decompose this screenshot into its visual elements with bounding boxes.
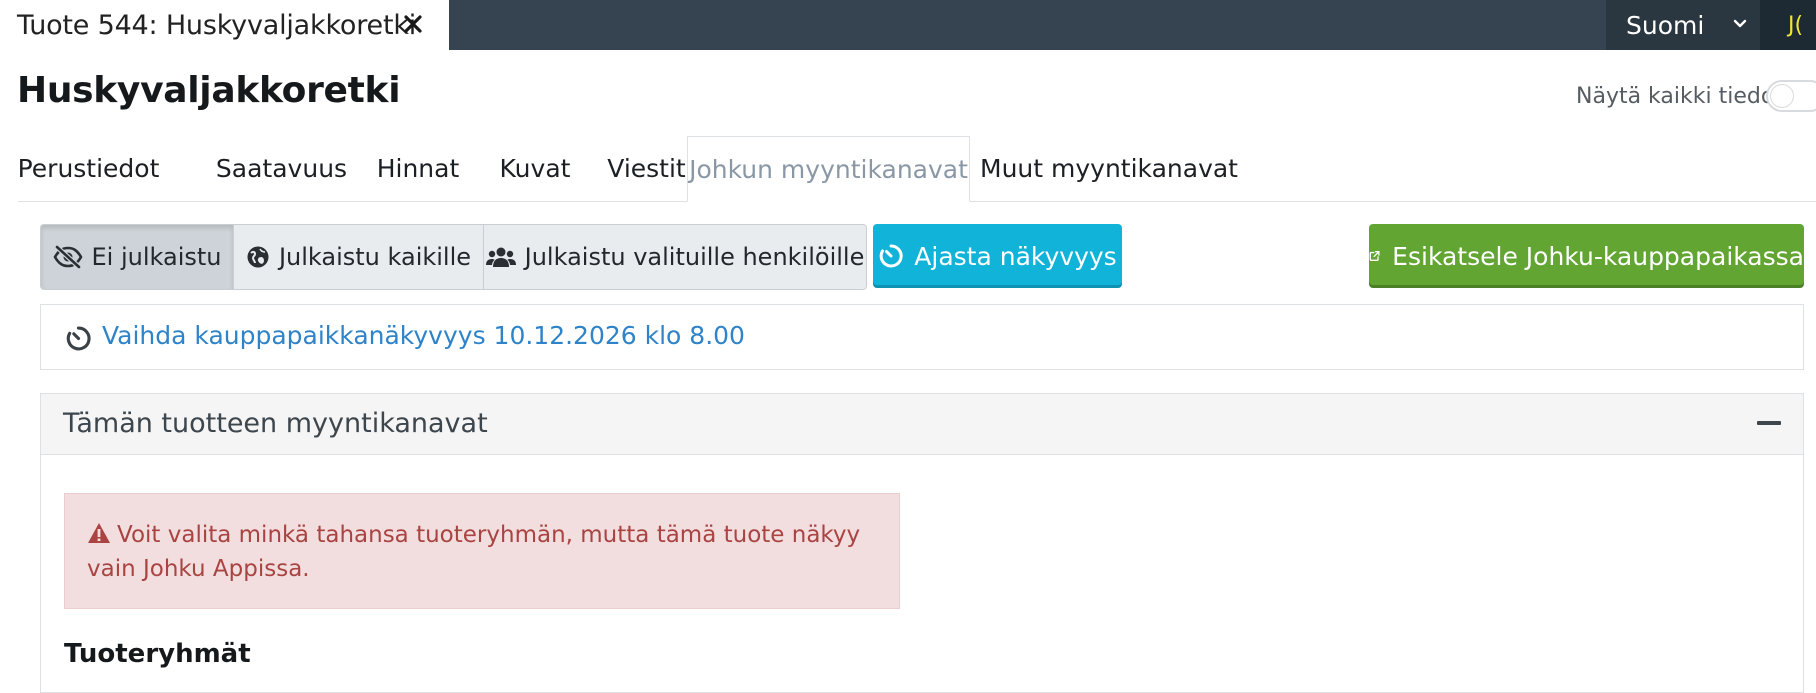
warning-text: Voit valita minkä tahansa tuoteryhmän, m… <box>87 522 861 582</box>
page-title: Huskyvaljakkoretki <box>17 70 401 111</box>
schedule-visibility-label: Ajasta näkyvyys <box>914 241 1117 271</box>
panel-header[interactable]: Tämän tuotteen myyntikanavat <box>41 394 1803 455</box>
tab-viestit[interactable]: Viestit <box>593 136 700 201</box>
show-all-label: Näytä kaikki tiedot <box>1576 84 1783 109</box>
published-all-button[interactable]: Julkaistu kaikille <box>234 225 484 289</box>
preview-marketplace-label: Esikatsele Johku-kauppapaikassa <box>1392 241 1804 271</box>
warning-icon <box>88 523 110 543</box>
show-all-toggle[interactable] <box>1766 80 1816 112</box>
scheduled-change-link[interactable]: Vaihda kauppapaikkanäkyvyys 10.12.2026 k… <box>102 321 745 350</box>
language-label: Suomi <box>1626 10 1705 40</box>
tab-muut-myyntikanavat[interactable]: Muut myyntikanavat <box>980 136 1238 201</box>
schedule-visibility-button[interactable]: Ajasta näkyvyys <box>873 224 1122 288</box>
tab-hinnat[interactable]: Hinnat <box>363 136 473 201</box>
document-tab-title: Tuote 544: Huskyvaljakkoretki <box>17 9 417 41</box>
chevron-down-icon <box>1733 19 1747 28</box>
eye-slash-icon <box>53 245 82 269</box>
globe-icon <box>247 246 269 268</box>
published-selected-button[interactable]: Julkaistu valituille henkilöille <box>484 225 866 289</box>
sales-channels-panel: Tämän tuotteen myyntikanavat Voit valita… <box>40 393 1804 693</box>
language-selector[interactable]: Suomi <box>1606 0 1760 50</box>
external-link-icon <box>1369 251 1380 261</box>
not-published-label: Ei julkaistu <box>91 243 222 271</box>
timer-icon <box>879 244 903 268</box>
tab-saatavuus[interactable]: Saatavuus <box>210 136 353 201</box>
tab-kuvat[interactable]: Kuvat <box>485 136 585 201</box>
tab-johkun-myyntikanavat[interactable]: Johkun myyntikanavat <box>687 136 970 202</box>
timer-icon <box>66 326 91 351</box>
product-groups-heading: Tuoteryhmät <box>64 639 251 669</box>
tab-bar: Perustiedot Saatavuus Hinnat Kuvat Viest… <box>18 136 1816 202</box>
user-menu[interactable]: J( <box>1760 0 1816 50</box>
not-published-button[interactable]: Ei julkaistu <box>41 225 234 289</box>
users-icon <box>485 247 516 267</box>
panel-title: Tämän tuotteen myyntikanavat <box>63 408 488 439</box>
close-icon[interactable] <box>398 9 428 39</box>
toggle-knob <box>1770 84 1794 108</box>
warning-alert: Voit valita minkä tahansa tuoteryhmän, m… <box>64 493 900 609</box>
published-selected-label: Julkaistu valituille henkilöille <box>524 243 865 271</box>
document-tab[interactable]: Tuote 544: Huskyvaljakkoretki <box>0 0 449 50</box>
preview-marketplace-button[interactable]: Esikatsele Johku-kauppapaikassa <box>1369 224 1804 288</box>
published-all-label: Julkaistu kaikille <box>278 243 472 271</box>
scheduled-change-notice: Vaihda kauppapaikkanäkyvyys 10.12.2026 k… <box>40 304 1804 370</box>
user-initials: J( <box>1788 12 1804 38</box>
collapse-icon[interactable] <box>1757 421 1781 425</box>
visibility-button-group: Ei julkaistu Julkaistu kaikille Julkaist… <box>40 224 867 290</box>
tab-perustiedot[interactable]: Perustiedot <box>18 136 160 201</box>
